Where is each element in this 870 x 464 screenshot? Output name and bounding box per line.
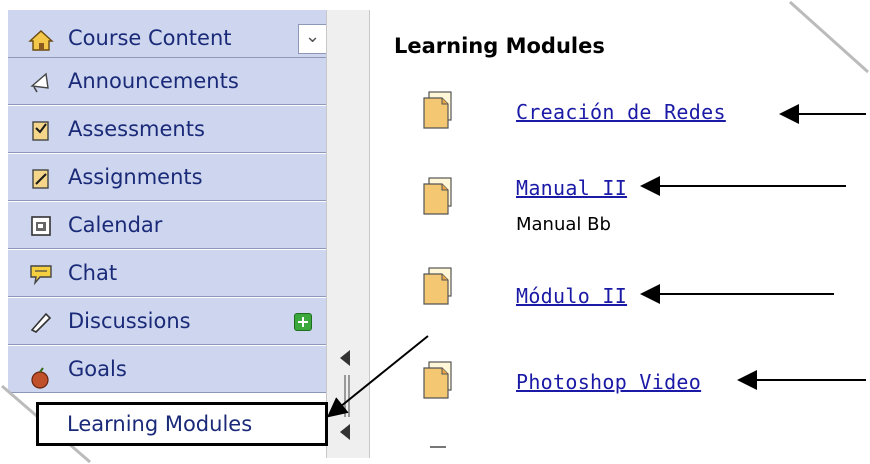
sidebar-item-label: Goals — [68, 357, 127, 381]
sidebar-item-goals[interactable]: Goals — [8, 346, 326, 393]
document-icon — [423, 361, 452, 399]
apple-icon — [31, 367, 49, 389]
sidebar-item-label: Announcements — [68, 69, 239, 93]
sidebar-item-assignments[interactable]: Assignments — [8, 154, 326, 201]
document-icon — [423, 91, 452, 129]
sidebar-item-label: Learning Modules — [67, 412, 253, 436]
home-icon — [28, 30, 54, 51]
sidebar-item-calendar[interactable]: Calendar — [8, 202, 326, 249]
module-description: Manual Bb — [516, 214, 611, 235]
document-icon — [423, 267, 452, 305]
sidebar-item-announcements[interactable]: Announcements — [8, 58, 326, 105]
sidebar-item-label: Chat — [68, 261, 118, 285]
module-link-manual-ii[interactable]: Manual II — [516, 176, 627, 200]
document-icon — [423, 177, 452, 215]
module-link-photoshop-video[interactable]: Photoshop Video — [516, 370, 701, 394]
calendar-icon — [31, 216, 51, 236]
splitter-grip-icon[interactable] — [344, 375, 350, 417]
sidebar-item-discussions[interactable]: Discussions — [8, 298, 326, 345]
sidebar-item-chat[interactable]: Chat — [8, 250, 326, 297]
chat-icon — [30, 265, 52, 286]
module-link-modulo-ii[interactable]: Módulo II — [516, 284, 627, 308]
megaphone-icon — [30, 72, 49, 93]
page-title: Learning Modules — [394, 34, 605, 58]
collapse-left-icon[interactable] — [340, 424, 350, 440]
module-link-creacion-de-redes[interactable]: Creación de Redes — [516, 100, 726, 124]
sidebar-item-label: Calendar — [68, 213, 163, 237]
sidebar-item-label: Assessments — [68, 117, 205, 141]
sidebar-item-assessments[interactable]: Assessments — [8, 106, 326, 153]
sidebar-item-learning-modules[interactable]: Learning Modules — [36, 402, 328, 446]
next-item-stub — [430, 446, 446, 452]
chevron-down-icon: ⌄ — [305, 26, 321, 47]
collapse-left-icon[interactable] — [340, 350, 350, 366]
discussion-icon — [30, 312, 52, 333]
new-items-badge-icon — [294, 313, 312, 331]
screenshot-stage: Course Content ⌄ Announcements Assessmen… — [0, 0, 870, 464]
sidebar-item-label: Assignments — [68, 165, 203, 189]
sidebar-item-label: Discussions — [68, 309, 191, 333]
assignment-icon — [32, 169, 49, 189]
sidebar-item-course-content[interactable]: Course Content ⌄ — [8, 10, 328, 58]
course-menu-dropdown-button[interactable]: ⌄ — [298, 24, 328, 54]
assessment-icon — [32, 121, 49, 141]
sidebar-item-label: Course Content — [68, 26, 232, 50]
